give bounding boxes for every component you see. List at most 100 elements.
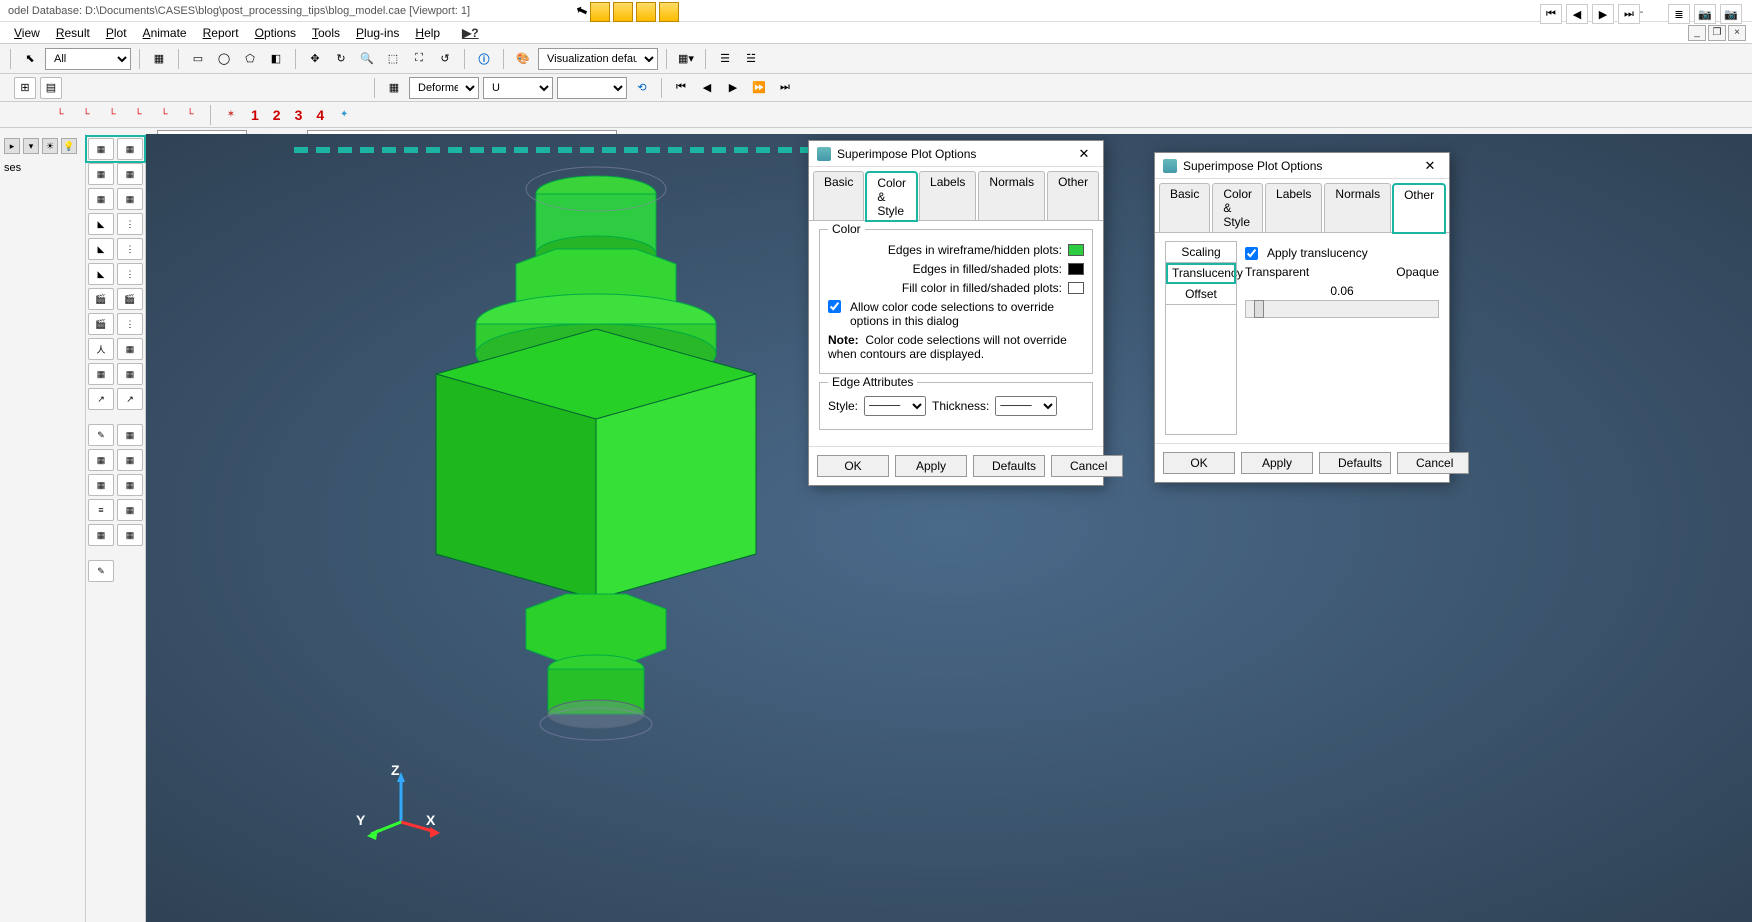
select-circle-icon[interactable]: ◯ [213,48,235,70]
dialog2-titlebar[interactable]: Superimpose Plot Options ✕ [1155,153,1449,179]
tree-filter-icon[interactable]: ☀ [42,138,58,154]
dialog1-ok-button[interactable]: OK [817,455,889,477]
dialog2-tab-other[interactable]: Other [1393,184,1445,233]
dialog2-sidetab-scaling[interactable]: Scaling [1166,242,1236,263]
dialog2-slider[interactable] [1245,300,1439,318]
csys-xy-icon[interactable]: └ [50,105,70,125]
info-icon[interactable]: ⓘ [473,48,495,70]
hidden-cube-icon[interactable] [613,2,633,22]
tb-r7a[interactable]: 🎬 [88,288,114,310]
dialog2-cancel-button[interactable]: Cancel [1397,452,1469,474]
menu-plot[interactable]: Plot [98,24,135,42]
deformed-select[interactable]: Deformed [409,77,479,99]
color-palette-icon[interactable]: 🎨 [512,48,534,70]
menu-report[interactable]: Report [195,24,247,42]
tb-r3a[interactable]: ▦ [88,188,114,210]
tb-r14b[interactable]: ▦ [117,474,143,496]
select-box-icon[interactable]: ▭ [187,48,209,70]
tb-r12b[interactable]: ▦ [117,424,143,446]
context-help-icon[interactable]: ▶? [454,24,487,42]
tree-expand-icon[interactable]: ▸ [4,138,20,154]
filled-cube-icon[interactable] [636,2,656,22]
anim-prev-icon[interactable]: ◀ [1566,4,1588,24]
dialog2-close-icon[interactable]: ✕ [1419,158,1441,174]
tb-r11b[interactable]: ↗ [117,388,143,410]
view-4[interactable]: 4 [312,107,328,123]
frame-first-icon[interactable]: ⏮ [670,77,692,99]
tb-r2b[interactable]: ▦ [117,163,143,185]
layer-icon[interactable]: ≣ [1668,4,1690,24]
dialog2-tab-normals[interactable]: Normals [1324,183,1391,232]
dialog2-tab-basic[interactable]: Basic [1159,183,1210,232]
camera1-icon[interactable]: 📷 [1694,4,1716,24]
rotate-icon[interactable]: ↻ [330,48,352,70]
plot-deformed-icon[interactable]: ▦ [117,138,143,160]
menu-plugins[interactable]: Plug-ins [348,24,407,42]
dialog2-sidetab-offset[interactable]: Offset [1166,284,1236,305]
tb-r7b[interactable]: 🎬 [117,288,143,310]
tb-r13b[interactable]: ▦ [117,449,143,471]
tb-r8b[interactable]: ⋮ [117,313,143,335]
view-2[interactable]: 2 [269,107,285,123]
tb-r17a[interactable]: ✎ [88,560,114,582]
tree-toggle-icon[interactable]: ⊞ [14,77,36,99]
replace-selection-icon[interactable]: ▦ [148,48,170,70]
tb-r5b[interactable]: ⋮ [117,238,143,260]
wireframe-cube-icon[interactable] [590,2,610,22]
dialog1-defaults-button[interactable]: Defaults [973,455,1045,477]
frame-prev-icon[interactable]: ◀ [696,77,718,99]
dialog1-override-checkbox[interactable] [828,300,841,313]
dialog2-tab-color-style[interactable]: Color & Style [1212,183,1263,232]
select-iso-icon[interactable]: ◧ [265,48,287,70]
tb-r5a[interactable]: ◣ [88,238,114,260]
csys-xyz-icon[interactable]: └ [128,105,148,125]
dialog1-style-select[interactable]: ──── [864,396,926,416]
plot-state-icon[interactable]: ▦ [383,77,405,99]
tb-r16b[interactable]: ▦ [117,524,143,546]
view-3[interactable]: 3 [291,107,307,123]
selection-scope-select[interactable]: All [45,48,131,70]
tree-collapse-icon[interactable]: ▾ [23,138,39,154]
tb-r13a[interactable]: ▦ [88,449,114,471]
tb-r16a[interactable]: ▦ [88,524,114,546]
frame-next-icon[interactable]: ⏩ [748,77,770,99]
tb-r12a[interactable]: ✎ [88,424,114,446]
dialog2-apply-button[interactable]: Apply [1241,452,1313,474]
camera2-icon[interactable]: 📷 [1720,4,1742,24]
tb-r10a[interactable]: ▦ [88,363,114,385]
csys-user2-icon[interactable]: └ [180,105,200,125]
csys-custom-icon[interactable]: ✦ [334,105,354,125]
dialog1-cancel-button[interactable]: Cancel [1051,455,1123,477]
tb-r6b[interactable]: ⋮ [117,263,143,285]
dialog1-tab-color-style[interactable]: Color & Style [866,172,917,221]
viewport[interactable]: Z Y X Superimpose Plot Options ✕ Basic C… [146,134,1752,922]
tb-r11a[interactable]: ↗ [88,388,114,410]
dialog2-ok-button[interactable]: OK [1163,452,1235,474]
tb-r3b[interactable]: ▦ [117,188,143,210]
menu-result[interactable]: Result [48,24,98,42]
pointer-icon[interactable]: ⬉ [19,48,41,70]
tb-r14a[interactable]: ▦ [88,474,114,496]
dialog2-sidetab-translucency[interactable]: Translucency [1166,263,1236,284]
pan-icon[interactable]: ✥ [304,48,326,70]
dialog1-close-icon[interactable]: ✕ [1073,146,1095,162]
tb-r6a[interactable]: ◣ [88,263,114,285]
dialog1-apply-button[interactable]: Apply [895,455,967,477]
tb-r10b[interactable]: ▦ [117,363,143,385]
field-output-select[interactable]: U [483,77,553,99]
tb-r15b[interactable]: ▦ [117,499,143,521]
dialog2-apply-checkbox[interactable] [1245,247,1258,260]
dialog1-edges-wire-swatch[interactable] [1068,244,1084,256]
tb-r15a[interactable]: ≡ [88,499,114,521]
shaded-cube-icon[interactable] [659,2,679,22]
dialog1-tab-other[interactable]: Other [1047,171,1099,220]
sync-icon[interactable]: ⟲ [631,77,653,99]
menu-animate[interactable]: Animate [135,24,195,42]
component-select[interactable] [557,77,627,99]
perspective-icon[interactable]: ☰ [714,48,736,70]
csys-yz-icon[interactable]: └ [102,105,122,125]
dialog2-defaults-button[interactable]: Defaults [1319,452,1391,474]
menu-options[interactable]: Options [247,24,304,42]
frame-last-icon[interactable]: ⏭ [774,77,796,99]
tb-r9a[interactable]: 人 [88,338,114,360]
